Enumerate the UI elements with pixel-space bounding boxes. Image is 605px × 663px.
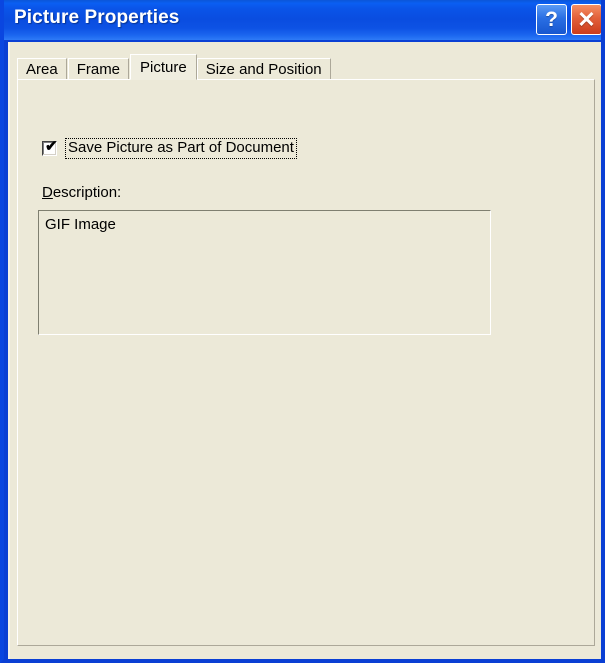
tab-size-and-position[interactable]: Size and Position	[196, 58, 331, 80]
description-label-accel: D	[42, 184, 53, 201]
close-icon: ✕	[577, 6, 596, 32]
picture-properties-dialog: Picture Properties ? ✕ Area Frame Pictur…	[0, 0, 605, 663]
close-button[interactable]: ✕	[571, 4, 601, 35]
question-mark-icon: ?	[545, 8, 558, 31]
save-picture-checkbox-label: Save Picture as Part of Document	[65, 138, 297, 159]
window-title: Picture Properties	[14, 7, 180, 28]
description-label-rest: escription:	[52, 184, 122, 201]
save-picture-checkbox[interactable]: ✔	[42, 138, 58, 156]
tab-picture[interactable]: Picture	[130, 54, 197, 80]
description-label: Description:	[42, 184, 121, 201]
picture-tab-panel: ✔ Save Picture as Part of Document Descr…	[17, 79, 595, 646]
title-bar-buttons: ? ✕	[536, 4, 601, 35]
checkmark-icon: ✔	[45, 138, 58, 155]
tab-strip: Area Frame Picture Size and Position	[17, 54, 332, 80]
title-bar[interactable]: Picture Properties ? ✕	[4, 0, 601, 42]
help-button[interactable]: ?	[536, 4, 567, 35]
save-picture-checkbox-row[interactable]: ✔ Save Picture as Part of Document	[42, 138, 297, 159]
description-value: GIF Image	[45, 216, 116, 233]
description-textarea[interactable]: GIF Image	[38, 210, 491, 335]
dialog-button-row: OK Cancel Apply	[10, 655, 601, 659]
tab-frame[interactable]: Frame	[67, 58, 130, 80]
tab-area[interactable]: Area	[17, 58, 67, 80]
dialog-body: Area Frame Picture Size and Position ✔ S…	[8, 42, 601, 659]
